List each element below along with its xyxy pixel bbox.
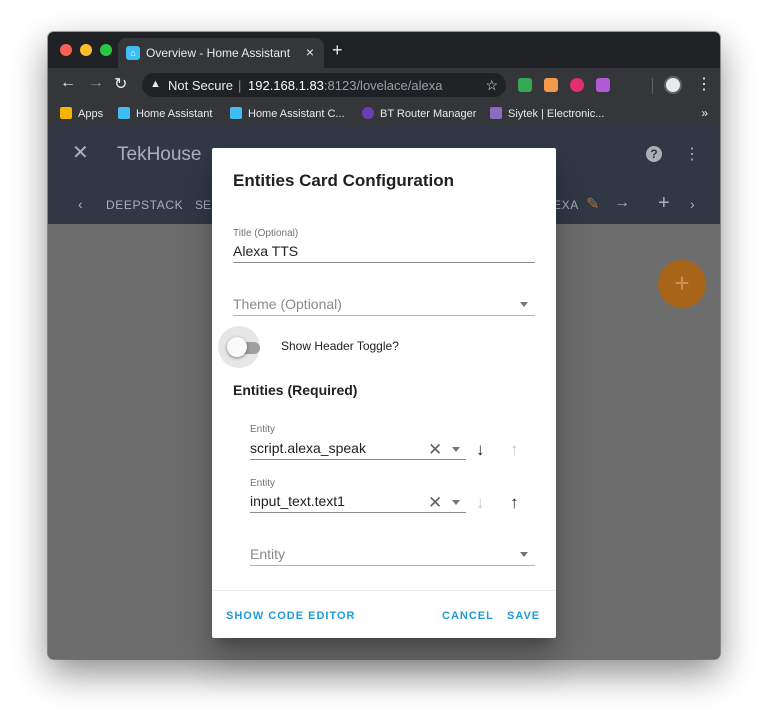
new-tab-button[interactable]: + (332, 41, 343, 59)
dropdown-arrow-icon[interactable] (520, 302, 528, 307)
browser-toolbar: ← → ↻ ▲ Not Secure | 192.168.1.83:8123/l… (48, 68, 720, 102)
entity-field-label: Entity (250, 478, 276, 489)
bookmark-star-icon[interactable]: ☆ (485, 77, 498, 94)
move-up-arrow-icon: ↑ (510, 440, 519, 459)
ha-menu-icon[interactable]: ⋮ (684, 144, 700, 164)
title-field-underline (233, 262, 535, 263)
home-assistant-favicon-icon: ⌂ (126, 46, 140, 60)
bookmarks-bar: Apps Home Assistant Home Assistant C... … (48, 102, 720, 126)
bookmark-apps[interactable]: Apps (60, 107, 103, 120)
header-toggle-label: Show Header Toggle? (281, 339, 399, 353)
minimize-window-button[interactable] (80, 44, 92, 56)
entity-field-underline (250, 459, 466, 460)
address-separator: | (238, 78, 242, 93)
title-field[interactable]: Alexa TTS (233, 243, 298, 259)
close-window-button[interactable] (60, 44, 72, 56)
move-down-arrow-icon: ↓ (476, 493, 485, 512)
move-view-right-icon[interactable]: → (614, 194, 630, 212)
entities-card-dialog: Entities Card Configuration Title (Optio… (212, 148, 556, 638)
theme-select[interactable]: Theme (Optional) (233, 296, 342, 312)
reload-icon[interactable]: ↻ (114, 74, 127, 94)
more-bookmarks-icon[interactable]: » (701, 106, 708, 120)
extension-icon[interactable] (570, 78, 584, 92)
entity-picker[interactable]: input_text.text1 (250, 493, 345, 509)
close-edit-mode-icon[interactable]: ✕ (72, 140, 89, 165)
url-host: 192.168.1.83 (248, 78, 324, 93)
browser-tab[interactable]: ⌂ Overview - Home Assistant × (118, 38, 324, 68)
help-icon[interactable]: ? (646, 146, 662, 162)
header-toggle-switch[interactable] (227, 337, 247, 357)
back-arrow-icon[interactable]: ← (60, 74, 76, 92)
bookmark-label: Home Assistant C... (248, 108, 345, 120)
extension-icon[interactable] (518, 78, 532, 92)
url-path: :8123/lovelace/alexa (323, 78, 443, 93)
zoom-window-button[interactable] (100, 44, 112, 56)
bookmark-label: BT Router Manager (380, 108, 477, 120)
home-assistant-icon (118, 107, 130, 119)
security-label: Not Secure (168, 78, 234, 93)
save-button[interactable]: SAVE (507, 610, 540, 622)
add-view-icon[interactable]: + (658, 192, 670, 215)
home-assistant-icon (230, 107, 242, 119)
bookmark-bt-router[interactable]: BT Router Manager (362, 107, 476, 120)
toolbar-divider (652, 78, 653, 94)
ha-dashboard-title: TekHouse (117, 144, 202, 165)
entity-field-underline (250, 512, 466, 513)
add-entity-underline (250, 565, 535, 566)
rss-extension-icon[interactable] (544, 78, 558, 92)
forward-arrow-icon[interactable]: → (88, 74, 104, 92)
move-down-arrow-icon[interactable]: ↓ (476, 441, 485, 458)
tab-title: Overview - Home Assistant (146, 46, 291, 60)
bookmark-label: Home Assistant (136, 108, 213, 120)
theme-field-underline (233, 315, 535, 316)
dropdown-arrow-icon[interactable] (452, 447, 460, 452)
cancel-button[interactable]: CANCEL (442, 610, 494, 622)
tab-partial[interactable]: SE (195, 198, 211, 212)
siytek-logo-icon (490, 107, 502, 119)
plus-icon: + (674, 268, 690, 298)
address-bar[interactable]: ▲ Not Secure | 192.168.1.83:8123/lovelac… (142, 73, 506, 97)
entities-heading: Entities (Required) (233, 382, 358, 398)
tab-deepstack[interactable]: DEEPSTACK (106, 198, 183, 212)
dropdown-arrow-icon[interactable] (520, 552, 528, 557)
browser-menu-icon[interactable]: ⋮ (696, 74, 712, 94)
clear-entity-icon[interactable]: ✕ (428, 441, 442, 458)
move-up-arrow-icon[interactable]: ↑ (510, 494, 519, 511)
bookmark-home-assistant-community[interactable]: Home Assistant C... (230, 107, 345, 120)
tab-strip: ⌂ Overview - Home Assistant × + (48, 32, 720, 68)
dropdown-arrow-icon[interactable] (452, 500, 460, 505)
bt-logo-icon (362, 107, 374, 119)
tab-alexa[interactable]: EXA (553, 198, 579, 212)
entity-field-label: Entity (250, 424, 276, 435)
warning-icon: ▲ (150, 78, 161, 90)
extension-icon[interactable] (596, 78, 610, 92)
show-code-editor-button[interactable]: SHOW CODE EDITOR (226, 610, 355, 622)
add-entity-picker[interactable]: Entity (250, 546, 285, 562)
profile-avatar-icon[interactable] (664, 76, 682, 94)
dialog-actions-divider (212, 590, 556, 591)
clear-entity-icon[interactable]: ✕ (428, 494, 442, 511)
bookmark-label: Siytek | Electronic... (508, 108, 605, 120)
bookmark-siytek[interactable]: Siytek | Electronic... (490, 107, 604, 120)
tabs-scroll-left-icon[interactable]: ‹ (78, 196, 83, 212)
tabs-scroll-right-icon[interactable]: › (690, 196, 695, 212)
bookmark-label: Apps (78, 108, 104, 120)
entity-picker[interactable]: script.alexa_speak (250, 440, 366, 456)
edit-view-pencil-icon[interactable]: ✎ (586, 194, 599, 214)
url-text: 192.168.1.83:8123/lovelace/alexa (248, 78, 442, 93)
apps-grid-icon (60, 107, 72, 119)
add-card-fab[interactable]: + (658, 260, 706, 308)
tab-close-icon[interactable]: × (306, 44, 314, 60)
title-field-label: Title (Optional) (233, 228, 299, 239)
dialog-title: Entities Card Configuration (233, 171, 454, 190)
bookmark-home-assistant[interactable]: Home Assistant (118, 107, 212, 120)
